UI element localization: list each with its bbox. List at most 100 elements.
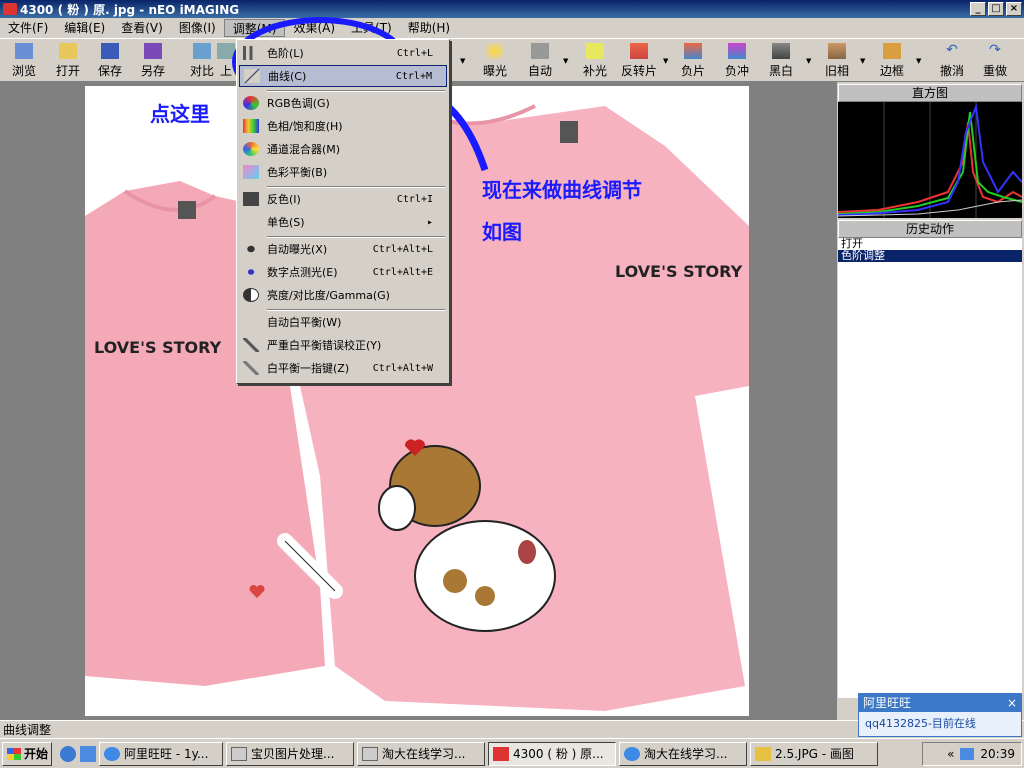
ie-icon[interactable] bbox=[60, 745, 76, 762]
taskbar-item-wangwang[interactable]: 阿里旺旺 - 1y... bbox=[99, 741, 223, 766]
bw-button[interactable]: 黑白 bbox=[759, 41, 803, 81]
dropdown-arrow-icon[interactable]: ▼ bbox=[916, 57, 921, 65]
taskbar-item-image-tool[interactable]: 宝贝图片处理... bbox=[226, 741, 354, 766]
adjust-menu-dropdown: 色阶(L) Ctrl+L 曲线(C) Ctrl+M RGB色调(G) 色相/饱和度(… bbox=[236, 39, 450, 384]
menu-item-curves[interactable]: 曲线(C) Ctrl+M bbox=[239, 65, 447, 87]
minimize-button[interactable]: _ bbox=[970, 2, 986, 16]
menu-item-rgb[interactable]: RGB色调(G) bbox=[239, 92, 447, 114]
menu-item-wb-one-click[interactable]: 白平衡一指键(Z) Ctrl+Alt+W bbox=[239, 357, 447, 379]
menu-item-color-balance[interactable]: 色彩平衡(B) bbox=[239, 161, 447, 183]
channel-mixer-icon bbox=[243, 142, 259, 156]
histogram-graph bbox=[837, 102, 1023, 218]
menu-item-brightness[interactable]: 亮度/对比度/Gamma(G) bbox=[239, 284, 447, 306]
negative-icon bbox=[684, 43, 702, 59]
taskbar-item-browser-1[interactable]: 淘大在线学习... bbox=[357, 741, 485, 766]
negative-button[interactable]: 负片 bbox=[671, 41, 715, 81]
eyedropper-icon bbox=[243, 361, 259, 375]
browse-button[interactable]: 浏览 bbox=[2, 41, 46, 81]
wand-icon bbox=[531, 43, 549, 59]
app-icon bbox=[3, 3, 17, 15]
contrast-icon bbox=[243, 288, 259, 302]
menu-item-monochrome[interactable]: 单色(S) ▸ bbox=[239, 211, 447, 233]
negative-process-button[interactable]: 负冲 bbox=[715, 41, 759, 81]
taskbar-item-paint[interactable]: 2.5.JPG - 画图 bbox=[750, 741, 878, 766]
browser-icon bbox=[362, 746, 378, 761]
rgb-icon bbox=[243, 96, 259, 110]
wangwang-icon bbox=[104, 746, 120, 761]
menu-view[interactable]: 查看(V) bbox=[113, 19, 171, 37]
huesat-icon bbox=[243, 119, 259, 133]
history-title: 历史动作 bbox=[838, 220, 1022, 238]
menu-edit[interactable]: 编辑(E) bbox=[56, 19, 113, 37]
open-button[interactable]: 打开 bbox=[46, 41, 90, 81]
clock[interactable]: 20:39 bbox=[980, 747, 1015, 761]
save-button[interactable]: 保存 bbox=[88, 41, 132, 81]
border-button[interactable]: 边框 bbox=[870, 41, 914, 81]
bw-icon bbox=[772, 43, 790, 59]
browser-icon bbox=[624, 746, 640, 761]
negative-process-icon bbox=[728, 43, 746, 59]
windows-logo-icon bbox=[7, 747, 21, 760]
dropdown-arrow-icon[interactable]: ▼ bbox=[806, 57, 811, 65]
invert-icon bbox=[243, 192, 259, 206]
menu-bar: 文件(F) 编辑(E) 查看(V) 图像(I) 调整(M) 效果(A) 工具(T… bbox=[0, 18, 1024, 38]
wangwang-notification[interactable]: 阿里旺旺 × qq4132825-目前在线 bbox=[858, 693, 1022, 737]
tray-expand-icon[interactable]: « bbox=[947, 747, 954, 761]
histogram-title: 直方图 bbox=[838, 84, 1022, 102]
auto-button[interactable]: 自动 bbox=[518, 41, 562, 81]
dropdown-arrow-icon[interactable]: ▼ bbox=[563, 57, 568, 65]
fill-light-icon bbox=[586, 43, 604, 59]
menu-item-spot-meter[interactable]: 数字点测光(E) Ctrl+Alt+E bbox=[239, 261, 447, 283]
sun-icon bbox=[243, 242, 259, 256]
neo-imaging-icon bbox=[493, 746, 509, 761]
history-list[interactable]: 打开 色阶调整 bbox=[838, 238, 1022, 698]
annotation-instruction-2: 如图 bbox=[482, 220, 522, 244]
menu-item-wb-fix[interactable]: 严重白平衡错误校正(Y) bbox=[239, 334, 447, 356]
redo-icon: ↷ bbox=[989, 42, 1001, 58]
menu-item-invert[interactable]: 反色(I) Ctrl+I bbox=[239, 188, 447, 210]
shirt-logo-left: LOVE'S STORY bbox=[94, 338, 222, 357]
dropdown-arrow-icon[interactable]: ▼ bbox=[663, 57, 668, 65]
menu-item-huesat[interactable]: 色相/饱和度(H) bbox=[239, 115, 447, 137]
shirt-logo-right: LOVE'S STORY bbox=[615, 262, 743, 281]
browse-icon bbox=[15, 43, 33, 59]
reverse-film-icon bbox=[630, 43, 648, 59]
folder-icon bbox=[59, 43, 77, 59]
redo-button[interactable]: ↷ 重做 bbox=[973, 41, 1017, 81]
network-icon[interactable] bbox=[960, 748, 975, 760]
quicklaunch-icon[interactable] bbox=[80, 745, 96, 762]
start-button[interactable]: 开始 bbox=[2, 741, 52, 766]
saveas-button[interactable]: 另存 bbox=[131, 41, 175, 81]
maximize-button[interactable]: □ bbox=[988, 2, 1004, 16]
menu-item-channel-mixer[interactable]: 通道混合器(M) bbox=[239, 138, 447, 160]
compare-icon bbox=[193, 43, 211, 59]
saveas-icon bbox=[144, 43, 162, 59]
taskbar-item-neo-imaging[interactable]: 4300 ( 粉 ) 原... bbox=[488, 741, 616, 766]
taskbar-item-browser-2[interactable]: 淘大在线学习... bbox=[619, 741, 747, 766]
fill-light-button[interactable]: 补光 bbox=[573, 41, 617, 81]
history-item-selected[interactable]: 色阶调整 bbox=[838, 250, 1022, 262]
close-button[interactable]: × bbox=[1006, 2, 1022, 16]
menu-item-auto-exposure[interactable]: 自动曝光(X) Ctrl+Alt+L bbox=[239, 238, 447, 260]
system-tray: « 20:39 bbox=[922, 742, 1022, 766]
dropdown-arrow-icon[interactable]: ▼ bbox=[860, 57, 865, 65]
paint-icon bbox=[755, 746, 771, 761]
menu-file[interactable]: 文件(F) bbox=[0, 19, 56, 37]
menu-item-auto-wb[interactable]: 自动白平衡(W) bbox=[239, 311, 447, 333]
submenu-arrow-icon: ▸ bbox=[426, 216, 433, 228]
notification-message[interactable]: qq4132825-目前在线 bbox=[859, 712, 1021, 736]
undo-icon: ↶ bbox=[946, 42, 958, 58]
menu-item-levels[interactable]: 色阶(L) Ctrl+L bbox=[239, 42, 447, 64]
levels-icon bbox=[243, 46, 259, 60]
old-photo-button[interactable]: 旧相 bbox=[815, 41, 859, 81]
mono-icon bbox=[243, 215, 259, 229]
window-title: 4300 ( 粉 ) 原. jpg - nEO iMAGING bbox=[20, 2, 240, 17]
annotation-instruction: 现在来做曲线调节 bbox=[482, 178, 642, 202]
auto-wb-icon bbox=[243, 315, 259, 329]
close-icon[interactable]: × bbox=[1007, 694, 1017, 712]
reverse-film-button[interactable]: 反转片 bbox=[617, 41, 661, 81]
undo-button[interactable]: ↶ 撤消 bbox=[930, 41, 974, 81]
save-icon bbox=[101, 43, 119, 59]
taskbar: 开始 阿里旺旺 - 1y... 宝贝图片处理... 淘大在线学习... 4300… bbox=[0, 738, 1024, 768]
title-bar: 4300 ( 粉 ) 原. jpg - nEO iMAGING _ □ × bbox=[0, 0, 1024, 18]
